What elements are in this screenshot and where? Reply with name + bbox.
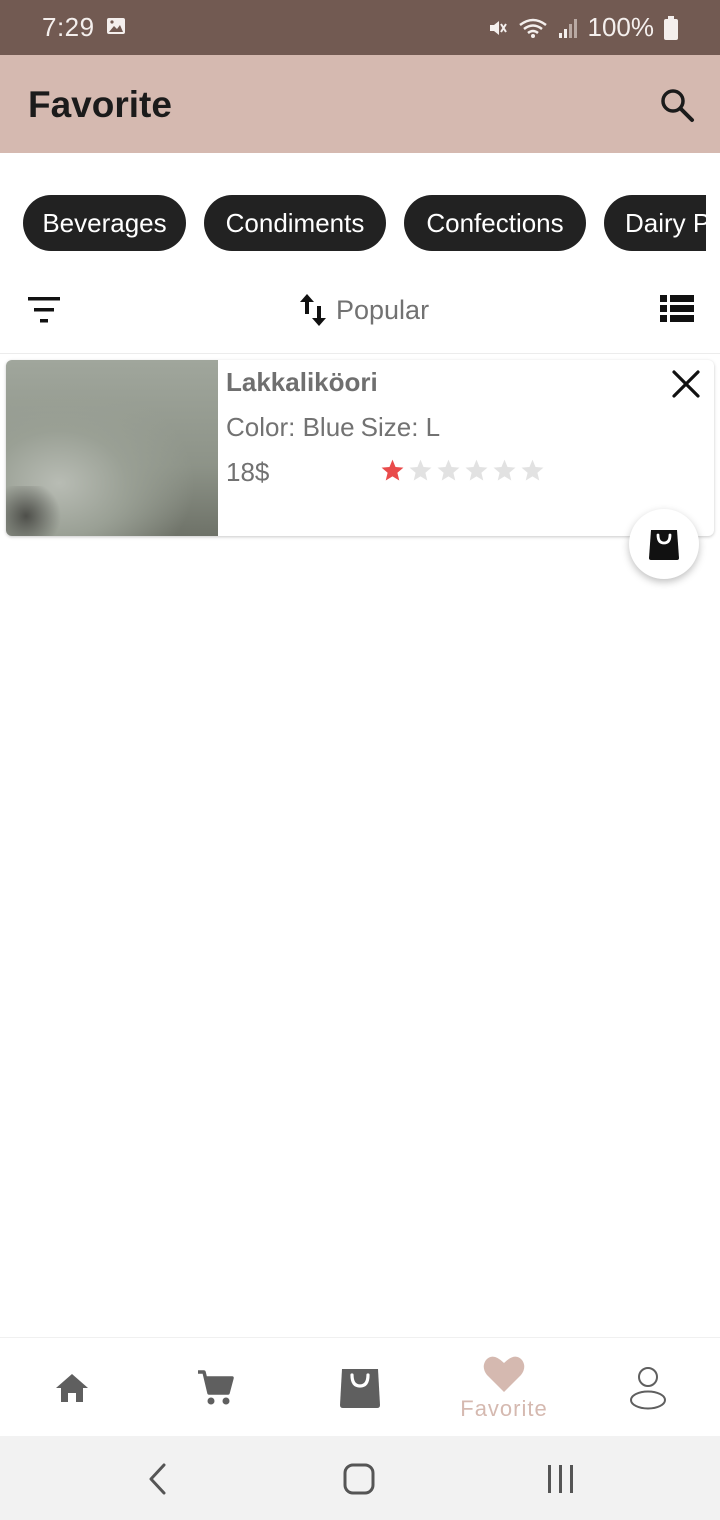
sort-button[interactable]: Popular: [298, 290, 429, 330]
list-view-icon[interactable]: [658, 292, 696, 326]
chip-confections[interactable]: Confections: [404, 195, 586, 251]
close-icon[interactable]: [670, 368, 702, 400]
star-empty-icon: [409, 459, 432, 481]
shop-bag-icon: [340, 1368, 380, 1408]
rating-stars: [380, 458, 545, 483]
status-time: 7:29: [42, 12, 95, 42]
star-empty-icon: [521, 459, 544, 481]
battery-percent: 100%: [587, 12, 655, 42]
nav-shop[interactable]: [288, 1338, 432, 1437]
shopping-bag-icon: [649, 530, 679, 560]
star-empty-icon: [465, 459, 488, 481]
star-empty-icon: [437, 459, 460, 481]
search-icon[interactable]: [656, 84, 698, 126]
signal-icon: [558, 18, 577, 38]
divider: [0, 353, 720, 354]
recent-apps-icon[interactable]: [545, 1462, 577, 1496]
status-bar: 7:29 100%: [0, 0, 720, 55]
nav-favorite-label: Favorite: [460, 1395, 548, 1421]
cart-icon: [198, 1369, 234, 1404]
nav-favorite[interactable]: Favorite: [432, 1338, 576, 1437]
filter-icon[interactable]: [22, 290, 66, 330]
chip-condiments[interactable]: Condiments: [204, 195, 386, 251]
product-attributes: Color: Blue Size: L: [226, 412, 440, 443]
mute-icon: [489, 20, 507, 35]
sort-label: Popular: [336, 294, 430, 325]
product-image: [6, 360, 218, 536]
home-icon: [56, 1373, 88, 1402]
battery-icon: [664, 15, 678, 40]
product-size: Size: L: [360, 412, 441, 442]
product-name: Lakkaliköori: [226, 367, 378, 397]
star-filled-icon: [381, 459, 404, 481]
profile-icon: [630, 1366, 666, 1409]
nav-profile[interactable]: [576, 1338, 720, 1437]
sort-icon: [300, 294, 326, 326]
favorite-icon: [483, 1356, 525, 1392]
system-navigation-bar: [0, 1436, 720, 1520]
bottom-navigation: Favorite: [0, 1337, 720, 1437]
back-icon[interactable]: [146, 1462, 170, 1496]
home-button-icon[interactable]: [342, 1462, 376, 1496]
nav-home[interactable]: [0, 1338, 144, 1437]
star-empty-icon: [493, 459, 516, 481]
wifi-icon: [518, 18, 547, 38]
nav-cart[interactable]: [144, 1338, 288, 1437]
chip-dairy-products[interactable]: Dairy Products: [604, 195, 706, 251]
product-color: Color: Blue: [226, 412, 355, 442]
gallery-notification-icon: [107, 18, 125, 34]
category-chips: Beverages Condiments Confections Dairy P…: [0, 195, 706, 253]
status-indicators: 100%: [486, 12, 678, 43]
favorite-item-card[interactable]: Lakkaliköori Color: Blue Size: L 18$: [6, 360, 714, 536]
product-price: 18$: [226, 457, 270, 487]
chip-beverages[interactable]: Beverages: [23, 195, 186, 251]
page-title: Favorite: [28, 84, 172, 125]
add-to-bag-button[interactable]: [629, 509, 699, 579]
